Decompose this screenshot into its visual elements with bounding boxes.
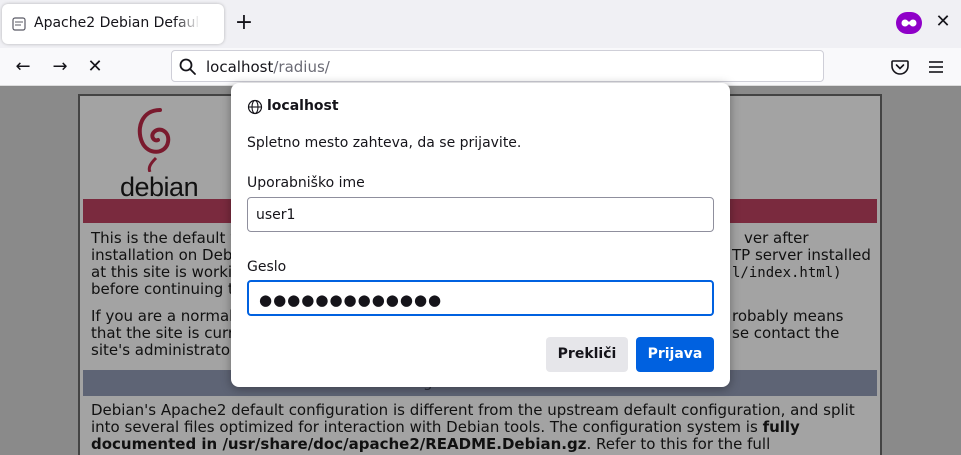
page-icon [12, 17, 26, 31]
login-button[interactable]: Prijava [636, 337, 714, 372]
username-label: Uporabniško ime [247, 175, 365, 191]
hamburger-menu-icon[interactable] [926, 57, 946, 77]
tab-strip: Apache2 Debian Default Page: It works + … [0, 0, 961, 48]
private-browsing-icon [896, 12, 922, 34]
globe-icon [247, 99, 263, 115]
address-bar[interactable]: localhost/radius/ [171, 50, 824, 82]
new-tab-button[interactable]: + [232, 12, 256, 36]
url-path: /radius/ [273, 58, 330, 76]
para1-line: This is the default w [91, 229, 243, 247]
login-dialog: localhost Spletno mesto zahteva, da se p… [231, 83, 730, 387]
dialog-host: localhost [267, 98, 339, 114]
para1-line: before continuing t [91, 280, 234, 298]
para3-text: into several files optimized for interac… [91, 418, 758, 436]
back-arrow-icon[interactable]: ← [12, 56, 34, 78]
para1-line-right: l/index.html) [732, 265, 842, 281]
para3-line: Debian's Apache2 default configuration i… [91, 401, 855, 419]
tab-title: Apache2 Debian Default Page: It works [34, 15, 200, 31]
para3-bold: documented in /usr/share/doc/apache2/REA… [91, 435, 587, 453]
para3-line: into several files optimized for interac… [91, 419, 800, 435]
username-input[interactable] [247, 197, 714, 232]
para2-line-right: se contact the [732, 324, 840, 342]
para1-line: at this site is workin [91, 263, 242, 281]
para2-line-right: robably means [732, 307, 844, 325]
debian-logo: debian [120, 102, 200, 202]
para3-text: . Refer to this for the full [586, 435, 771, 453]
navigation-toolbar: ← → ✕ localhost/radius/ [0, 48, 961, 86]
para1-line-right: TP server installed [732, 246, 871, 264]
para2-line: If you are a normal [91, 307, 234, 325]
dialog-message: Spletno mesto zahteva, da se prijavite. [247, 135, 522, 151]
para2-line: site's administrator [91, 341, 237, 359]
pocket-icon[interactable] [890, 57, 910, 77]
para1-line-right: ver after [744, 229, 809, 247]
password-input[interactable]: ●●●●●●●●●●●●● [247, 280, 714, 316]
para3-bold: fully [762, 418, 800, 436]
search-icon [179, 58, 196, 75]
para2-line: that the site is curr [91, 324, 235, 342]
debian-swirl-icon [137, 108, 171, 172]
para1-line: installation on Debi [91, 246, 237, 264]
password-label: Geslo [247, 259, 287, 275]
close-window-icon[interactable]: ✕ [933, 12, 953, 32]
stop-loading-icon[interactable]: ✕ [84, 56, 106, 78]
url-host: localhost [206, 58, 274, 76]
para3-line: documented in /usr/share/doc/apache2/REA… [91, 436, 770, 452]
url-text: localhost/radius/ [206, 58, 330, 76]
password-masked-value: ●●●●●●●●●●●●● [259, 291, 443, 309]
tab-apache-default[interactable]: Apache2 Debian Default Page: It works [2, 4, 224, 44]
cancel-button[interactable]: Prekliči [546, 337, 628, 372]
forward-arrow-icon[interactable]: → [49, 56, 71, 78]
